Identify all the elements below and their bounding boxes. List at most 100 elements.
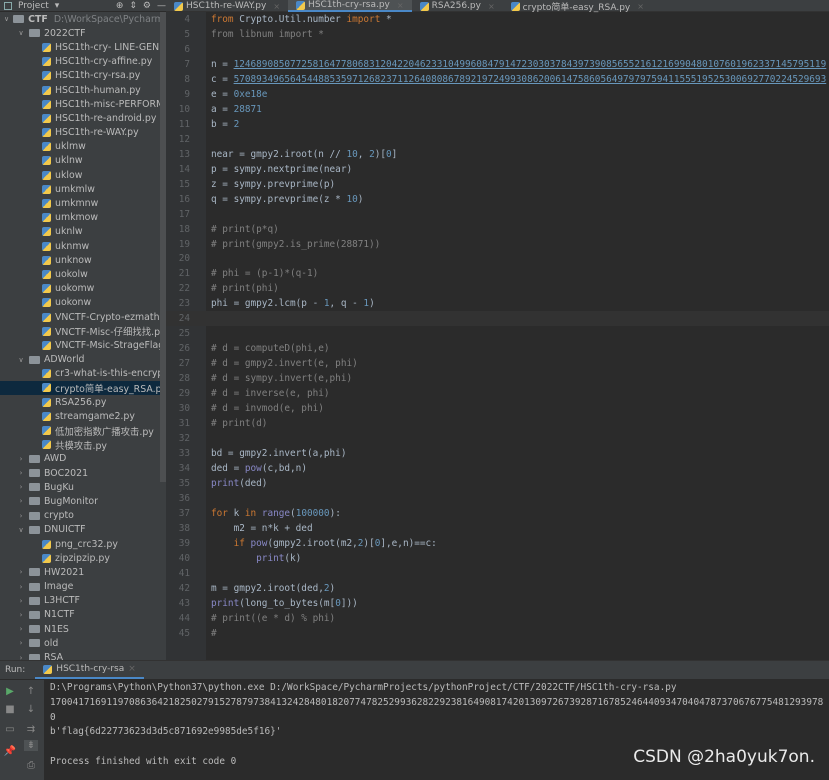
code-line[interactable]: 30 # d = invmod(e, phi) <box>166 401 829 416</box>
tree-item[interactable]: uklow <box>0 168 166 182</box>
code-line[interactable]: 37 for k in range(100000): <box>166 506 829 521</box>
code-line[interactable]: 20 <box>166 252 829 267</box>
tree-item[interactable]: › old <box>0 636 166 650</box>
tree-item[interactable]: crypto简单-easy_RSA.py <box>0 380 166 396</box>
chevron-right-icon[interactable]: › <box>17 583 25 591</box>
tree-item[interactable]: › HW2021 <box>0 565 166 579</box>
pin-icon[interactable]: 📌 <box>3 746 17 757</box>
code-line[interactable]: 13 near = gmpy2.iroot(n // 10, 2)[0] <box>166 147 829 162</box>
code-line[interactable]: 23 phi = gmpy2.lcm(p - 1, q - 1) <box>166 296 829 311</box>
close-tab-icon[interactable]: × <box>637 2 644 11</box>
code-line[interactable]: 38 m2 = n*k + ded <box>166 521 829 536</box>
code-line[interactable]: 25 <box>166 326 829 341</box>
code-line[interactable]: 28 # d = sympy.invert(e,phi) <box>166 371 829 386</box>
code-line[interactable]: 19 # print(gmpy2.is_prime(28871)) <box>166 237 829 252</box>
chevron-right-icon[interactable]: › <box>17 597 25 605</box>
chevron-right-icon[interactable]: › <box>17 611 25 619</box>
tree-item[interactable]: ∨ 2022CTF <box>0 26 166 40</box>
tree-item[interactable]: › AWD <box>0 452 166 466</box>
gear-icon[interactable]: ⚙ <box>143 1 151 11</box>
scroll-to-end-icon[interactable]: ⇟ <box>24 740 38 751</box>
tree-item[interactable]: umkmow <box>0 211 166 225</box>
tree-item[interactable]: uokolw <box>0 267 166 281</box>
code-line[interactable]: 26 # d = computeD(phi,e) <box>166 341 829 356</box>
down-icon[interactable]: ↓ <box>24 704 38 715</box>
tree-item[interactable]: uokomw <box>0 282 166 296</box>
project-view-icon[interactable] <box>4 1 12 10</box>
tree-item[interactable]: cr3-what-is-this-encryption <box>0 367 166 381</box>
chevron-down-icon[interactable]: ∨ <box>4 15 9 23</box>
code-line[interactable]: 22 # print(phi) <box>166 281 829 296</box>
code-line[interactable]: 7 n = 12468908507725816477806831204220462… <box>166 57 829 72</box>
code-line[interactable]: 31 # print(d) <box>166 416 829 431</box>
close-tab-icon[interactable]: × <box>397 1 404 10</box>
chevron-right-icon[interactable]: › <box>17 497 25 505</box>
tree-item[interactable]: › RSA <box>0 650 166 660</box>
code-line[interactable]: 44 # print((e * d) % phi) <box>166 611 829 626</box>
tree-item[interactable]: unknow <box>0 253 166 267</box>
tab-0[interactable]: HSC1th-re-WAY.py × <box>166 0 288 12</box>
chevron-right-icon[interactable]: › <box>17 483 25 491</box>
stop-icon[interactable]: ■ <box>3 704 17 715</box>
dropdown-icon[interactable]: ▾ <box>55 1 60 11</box>
code-line[interactable]: 12 <box>166 132 829 147</box>
tree-item[interactable]: HSC1th-misc-PERFORMAN <box>0 97 166 111</box>
code-line[interactable]: 9 e = 0xe18e <box>166 87 829 102</box>
tree-item[interactable]: ∨ ADWorld <box>0 353 166 367</box>
chevron-right-icon[interactable]: › <box>17 639 25 647</box>
code-line[interactable]: 17 <box>166 207 829 222</box>
tree-item[interactable]: png_crc32.py <box>0 537 166 551</box>
tree-item[interactable]: › L3HCTF <box>0 594 166 608</box>
tree-item[interactable]: › N1ES <box>0 622 166 636</box>
tree-item[interactable]: uknmw <box>0 239 166 253</box>
code-line[interactable]: 16 q = sympy.prevprime(z * 10) <box>166 192 829 207</box>
rerun-icon[interactable]: ▶ <box>3 686 17 697</box>
code-line[interactable]: 40 print (k) <box>166 551 829 566</box>
code-editor[interactable]: 4 from Crypto.Util.number import * 5 from l… <box>166 12 829 660</box>
tree-item[interactable]: HSC1th-re-WAY.py <box>0 126 166 140</box>
chevron-down-icon[interactable]: ∨ <box>17 356 25 364</box>
code-line[interactable]: 29 # d = inverse(e, phi) <box>166 386 829 401</box>
code-line[interactable]: 18 # print(p*q) <box>166 222 829 237</box>
tree-item[interactable]: ∨ DNUICTF <box>0 523 166 537</box>
tree-item[interactable]: › BOC2021 <box>0 466 166 480</box>
tree-item[interactable]: HSC1th-re-android.py <box>0 111 166 125</box>
run-tab[interactable]: HSC1th-cry-rsa × <box>35 661 144 679</box>
chevron-right-icon[interactable]: › <box>17 568 25 576</box>
tree-item[interactable]: › BugKu <box>0 480 166 494</box>
tree-item[interactable]: VNCTF-Msic-StrageFlag.py <box>0 338 166 352</box>
code-line[interactable]: 39 if pow (gmpy2.iroot(m2, 2)[0],e,n)==c: <box>166 536 829 551</box>
tree-item[interactable]: › BugMonitor <box>0 494 166 508</box>
chevron-right-icon[interactable]: › <box>17 469 25 477</box>
tree-item[interactable]: HSC1th-cry-affine.py <box>0 55 166 69</box>
close-tab-icon[interactable]: × <box>488 2 495 11</box>
tree-item[interactable]: uokonw <box>0 296 166 310</box>
tree-item[interactable]: ∨ CTF D:\WorkSpace\PycharmPro <box>0 12 166 26</box>
tree-item[interactable]: VNCTF-Crypto-ezmath.py <box>0 310 166 324</box>
tab-2[interactable]: RSA256.py × <box>412 0 503 12</box>
chevron-right-icon[interactable]: › <box>17 512 25 520</box>
chevron-right-icon[interactable]: › <box>17 625 25 633</box>
code-line[interactable]: 34 ded = pow (c,bd,n) <box>166 461 829 476</box>
target-icon[interactable]: ⊕ <box>116 1 124 11</box>
code-line[interactable]: 32 <box>166 431 829 446</box>
code-line[interactable]: 33 bd = gmpy2.invert(a,phi) <box>166 446 829 461</box>
code-line[interactable]: 4 from Crypto.Util.number import * <box>166 12 829 27</box>
tree-item[interactable]: › crypto <box>0 509 166 523</box>
tree-item[interactable]: VNCTF-Misc-仔细找找.py <box>0 324 166 338</box>
tree-item[interactable]: › N1CTF <box>0 608 166 622</box>
tree-item[interactable]: RSA256.py <box>0 395 166 409</box>
code-line[interactable]: 21 # phi = (p-1)*(q-1) <box>166 266 829 281</box>
project-view-dropdown[interactable]: Project <box>18 1 49 11</box>
print-icon[interactable]: ⎙ <box>24 760 38 771</box>
code-line[interactable]: 43 print (long_to_bytes(m[0])) <box>166 596 829 611</box>
tree-item[interactable]: umkmnw <box>0 196 166 210</box>
collapse-icon[interactable]: ⇕ <box>129 1 137 11</box>
code-line[interactable]: 24 <box>166 311 829 327</box>
tree-item[interactable]: zipzipzip.py <box>0 551 166 565</box>
code-line[interactable]: 42 m = gmpy2.iroot(ded, 2) <box>166 581 829 596</box>
close-icon[interactable]: × <box>128 664 136 674</box>
tree-item[interactable]: › Image <box>0 580 166 594</box>
layout-icon[interactable]: ▭ <box>3 724 17 735</box>
code-line[interactable]: 14 p = sympy.nextprime(near) <box>166 162 829 177</box>
